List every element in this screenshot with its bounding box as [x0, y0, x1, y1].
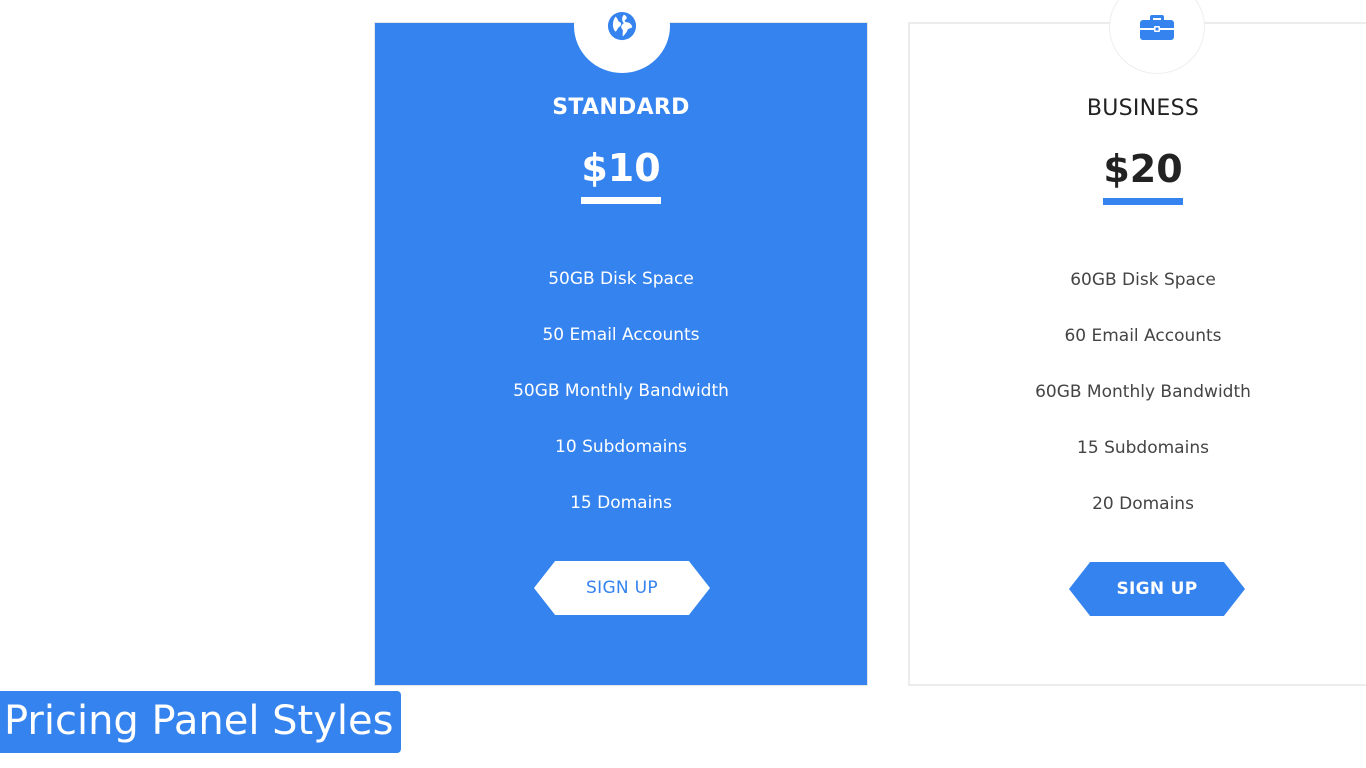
feature-list: 60GB Disk Space 60 Email Accounts 60GB M… [910, 266, 1366, 546]
plan-title: BUSINESS [1086, 96, 1200, 121]
feature-list: 50GB Disk Space 50 Email Accounts 50GB M… [375, 265, 867, 545]
caption-banner: Pricing Panel Styles [0, 691, 402, 753]
feature-item: 50GB Disk Space [548, 269, 694, 289]
icon-badge [574, 0, 670, 73]
price-block: $20 [910, 146, 1366, 205]
feature-item: 60GB Monthly Bandwidth [1035, 382, 1251, 402]
feature-item: 15 Domains [570, 493, 672, 513]
feature-item: 50 Email Accounts [542, 325, 700, 345]
briefcase-icon [1140, 15, 1174, 40]
price-block: $10 [375, 145, 867, 204]
feature-item: 60 Email Accounts [1064, 326, 1222, 346]
feature-item: 20 Domains [1092, 494, 1194, 514]
pricing-stage: STANDARD $10 50GB Disk Space 50 Email Ac… [0, 0, 1366, 768]
sign-up-button-business[interactable]: SIGN UP [1069, 562, 1245, 616]
feature-item: 60GB Disk Space [1070, 270, 1216, 290]
plan-price: $10 [581, 145, 661, 204]
icon-badge [1109, 0, 1205, 74]
plan-price: $20 [1103, 146, 1183, 205]
plan-title: STANDARD [552, 95, 690, 120]
globe-icon [607, 11, 637, 41]
pricing-card-standard: STANDARD $10 50GB Disk Space 50 Email Ac… [374, 0, 868, 686]
feature-item: 15 Subdomains [1077, 438, 1209, 458]
sign-up-button-standard[interactable]: SIGN UP [534, 561, 710, 615]
feature-item: 50GB Monthly Bandwidth [513, 381, 729, 401]
pricing-card-business: BUSINESS $20 60GB Disk Space 60 Email Ac… [908, 0, 1366, 686]
feature-item: 10 Subdomains [555, 437, 687, 457]
